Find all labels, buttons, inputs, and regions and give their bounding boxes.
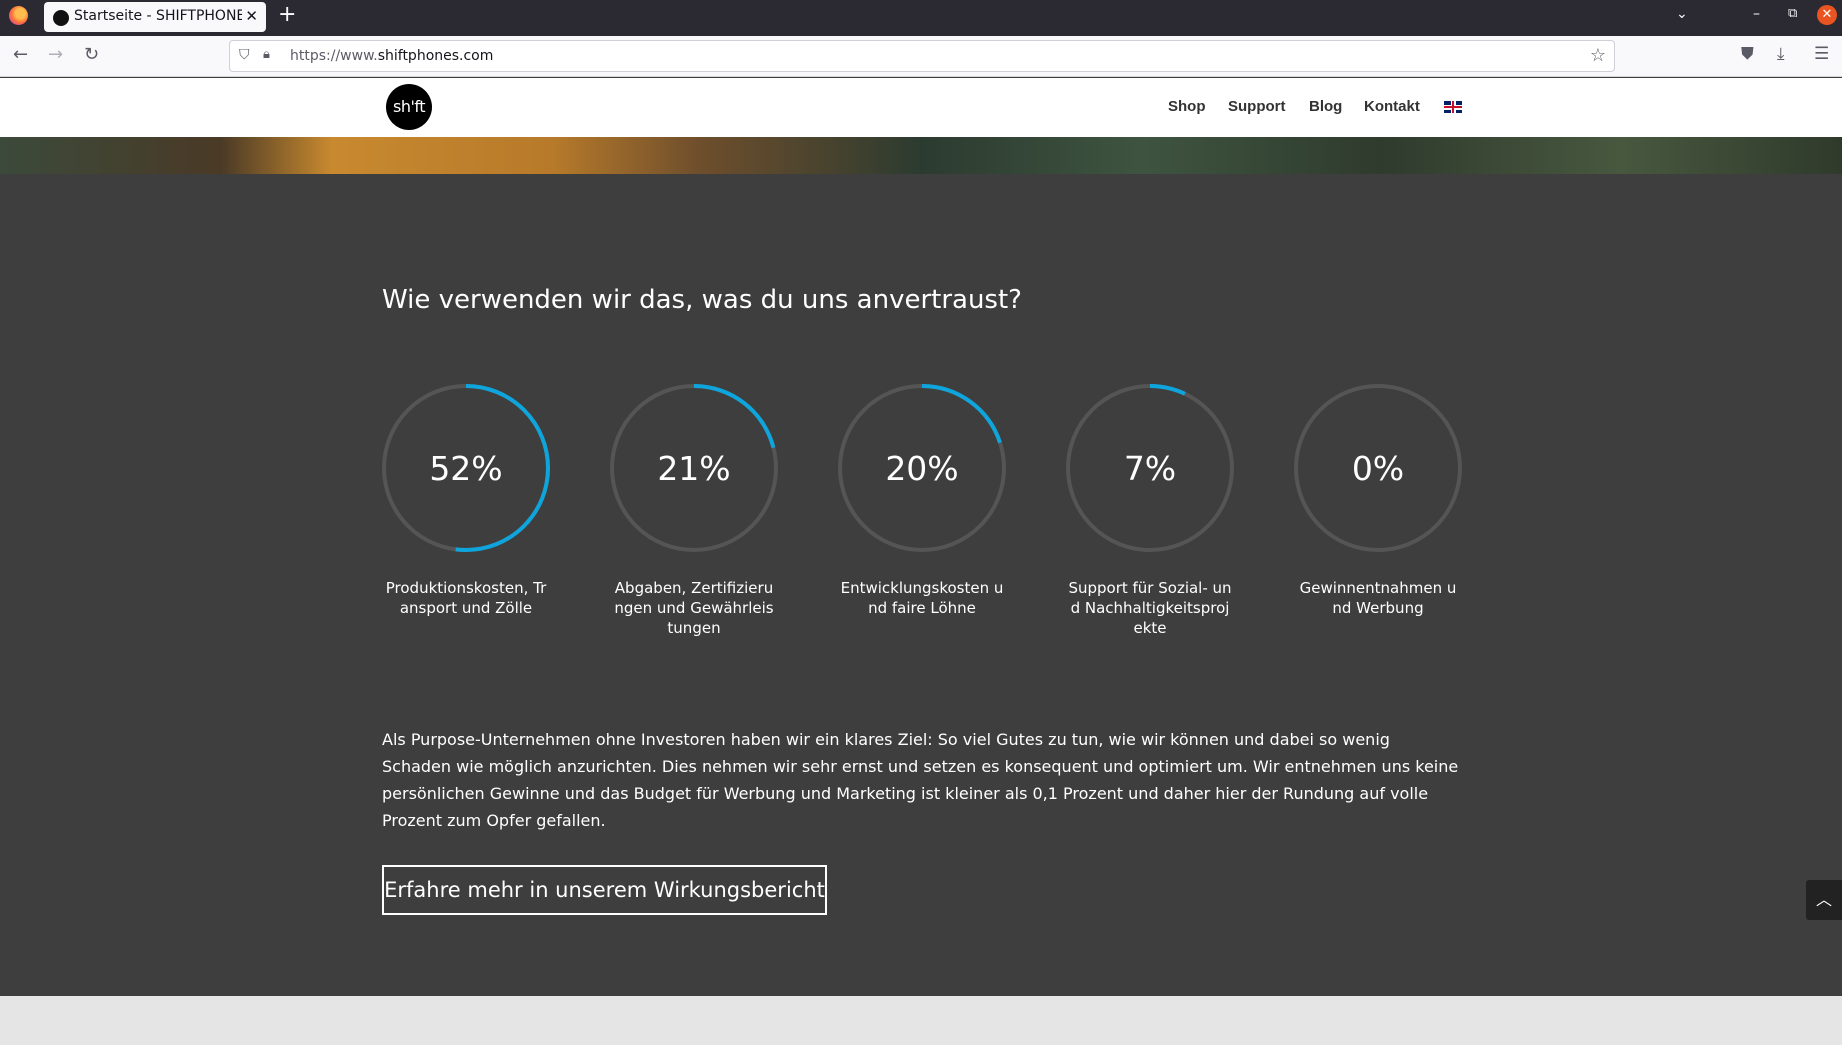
browser-tab-active[interactable]: Startseite - SHIFTPHONES ✕ [44,2,266,32]
progress-ring: 52% [382,384,550,552]
stat-label: Entwicklungskosten und faire Löhne [840,579,1004,617]
browser-tabbar: Startseite - SHIFTPHONES ✕ + ⌄ – ⧉ ✕ [0,0,1842,36]
forward-arrow-icon[interactable]: → [48,44,63,65]
stat-percentage: 20% [885,449,958,488]
menu-item-support[interactable]: Support [1228,98,1286,115]
stat-circle-2: 21% Abgaben, Zertifizierungen und Gewährl… [604,382,784,638]
stat-percentage: 52% [429,449,502,488]
browser-navbar: ← → ↻ ⛉ 🔒︎ https://www.shiftphones.com ☆… [0,36,1842,77]
bookmark-star-icon[interactable]: ☆ [1590,45,1606,66]
shift-logo[interactable]: sh'ft [386,84,432,130]
footer-band [0,996,1842,1045]
impact-report-button[interactable]: Erfahre mehr in unserem Wirkungsbericht [382,865,827,915]
stat-label: Support für Sozial- und Nachhaltigkeitsp… [1068,579,1232,637]
uk-flag-icon[interactable] [1444,101,1462,113]
pocket-icon[interactable]: ⛊ [1741,44,1754,64]
scroll-to-top-button[interactable]: ︿ [1806,880,1842,920]
new-tab-button[interactable]: + [278,2,296,27]
list-all-tabs-icon[interactable]: ⌄ [1676,6,1688,22]
progress-ring: 21% [610,384,778,552]
menu-icon[interactable]: ☰ [1814,44,1829,64]
progress-ring: 20% [838,384,1006,552]
site-header: sh'ft Shop Support Blog Kontakt [0,78,1842,137]
url-text[interactable]: https://www.shiftphones.com [290,48,493,64]
stat-label: Abgaben, Zertifizierungen und Gewährleis… [614,579,774,637]
firefox-logo-icon[interactable] [9,6,28,25]
menu-item-shop[interactable]: Shop [1168,98,1206,115]
tracking-shield-icon[interactable]: ⛉ [239,47,250,63]
url-bar[interactable]: ⛉ 🔒︎ https://www.shiftphones.com ☆ [229,40,1615,72]
menu-item-blog[interactable]: Blog [1309,98,1342,115]
section-heading: Wie verwenden wir das, was du uns anvert… [382,285,1022,315]
tab-title: Startseite - SHIFTPHONES [74,8,242,24]
stat-percentage: 0% [1352,449,1404,488]
maximize-window-icon[interactable]: ⧉ [1788,6,1797,21]
lock-icon[interactable]: 🔒︎ [263,47,270,62]
stat-circle-3: 20% Entwicklungskosten und faire Löhne [832,382,1012,618]
stat-percentage: 21% [657,449,730,488]
back-arrow-icon[interactable]: ← [13,44,28,65]
tab-close-icon[interactable]: ✕ [245,7,258,25]
stat-circle-1: 52% Produktionskosten, Transport und Zöll… [376,382,556,618]
reload-icon[interactable]: ↻ [84,44,99,65]
stat-percentage: 7% [1124,449,1176,488]
purpose-paragraph: Als Purpose-Unternehmen ohne Investoren … [382,730,1459,830]
hero-image [0,137,1842,174]
menu-item-kontakt[interactable]: Kontakt [1364,98,1420,115]
minimize-window-icon[interactable]: – [1753,6,1760,22]
main-content: Wie verwenden wir das, was du uns anvert… [0,174,1842,996]
shift-favicon-icon [53,10,69,26]
download-icon[interactable]: ⤓ [1777,44,1785,64]
stat-circle-5: 0% Gewinnentnahmen und Werbung [1288,382,1468,618]
progress-ring: 0% [1294,384,1462,552]
close-window-icon[interactable]: ✕ [1817,5,1837,25]
stat-circle-4: 7% Support für Sozial- und Nachhaltigkeit… [1060,382,1240,638]
progress-ring: 7% [1066,384,1234,552]
stat-label: Gewinnentnahmen und Werbung [1299,579,1457,617]
stat-label: Produktionskosten, Transport und Zölle [385,579,547,617]
